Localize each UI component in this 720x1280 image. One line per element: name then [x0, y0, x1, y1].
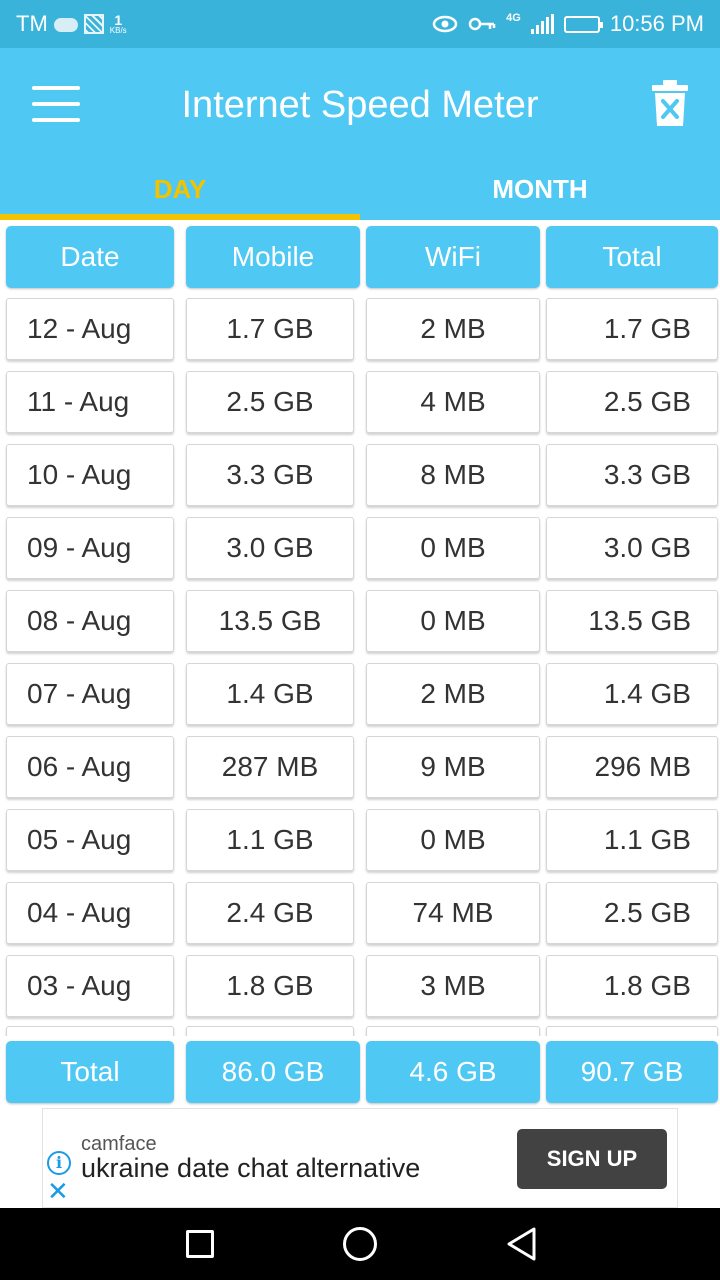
cell-wifi: 4 MB: [366, 371, 540, 433]
header-total[interactable]: Total: [546, 226, 718, 288]
cell-total: 1.8 GB: [546, 955, 718, 1017]
cell-mobile: 1.1 GB: [186, 809, 354, 871]
tab-day[interactable]: DAY: [0, 166, 360, 220]
network-type: 4G: [506, 12, 521, 24]
home-icon[interactable]: [343, 1227, 377, 1261]
cell-wifi: 0 MB: [366, 517, 540, 579]
totals-mobile: 86.0 GB: [186, 1041, 360, 1103]
speed-unit: KB/s: [109, 26, 127, 35]
network-speed: 1 KB/s: [110, 13, 127, 35]
navigation-bar: [0, 1208, 720, 1280]
ad-headline[interactable]: ukraine date chat alternative: [81, 1153, 420, 1184]
ad-banner[interactable]: i ✕ camface ukraine date chat alternativ…: [42, 1108, 678, 1208]
cell-wifi: 0 MB: [366, 590, 540, 652]
clock: 10:56 PM: [609, 11, 704, 36]
tab-bar: DAY MONTH: [0, 166, 720, 220]
totals-label: Total: [6, 1041, 174, 1103]
header-date[interactable]: Date: [6, 226, 174, 288]
cell-mobile: 3.0 GB: [186, 517, 354, 579]
cell-total: 3.0 GB: [546, 517, 718, 579]
header-mobile[interactable]: Mobile: [186, 226, 360, 288]
cell-date: 06 - Aug: [6, 736, 174, 798]
cell-mobile: 1.8 GB: [186, 955, 354, 1017]
cell-total: 296 MB: [546, 736, 718, 798]
eye-icon: [432, 15, 458, 33]
battery-icon: [563, 15, 603, 33]
status-left: TM 1 KB/s: [16, 0, 127, 48]
trash-icon[interactable]: [650, 80, 690, 128]
cell-date: 05 - Aug: [6, 809, 174, 871]
cell-date: 03 - Aug: [6, 955, 174, 1017]
key-icon: [468, 17, 496, 31]
cell-total: 2.5 GB: [546, 882, 718, 944]
cell-wifi: 2 MB: [366, 663, 540, 725]
cell-date: 09 - Aug: [6, 517, 174, 579]
tab-month[interactable]: MONTH: [360, 166, 720, 220]
cell-mobile: 2.5 GB: [186, 371, 354, 433]
cell-total: [546, 1026, 718, 1036]
cell-date: 07 - Aug: [6, 663, 174, 725]
cell-date: 04 - Aug: [6, 882, 174, 944]
cell-wifi: 3 MB: [366, 955, 540, 1017]
cell-total: 1.1 GB: [546, 809, 718, 871]
info-icon[interactable]: i: [47, 1151, 71, 1175]
totals-wifi: 4.6 GB: [366, 1041, 540, 1103]
cell-mobile: 1.4 GB: [186, 663, 354, 725]
cell-total: 1.7 GB: [546, 298, 718, 360]
cell-wifi: [366, 1026, 540, 1036]
recent-apps-icon[interactable]: [186, 1230, 214, 1258]
cell-mobile: 3.3 GB: [186, 444, 354, 506]
cell-wifi: 8 MB: [366, 444, 540, 506]
cell-wifi: 2 MB: [366, 298, 540, 360]
cell-total: 2.5 GB: [546, 371, 718, 433]
cell-date: 11 - Aug: [6, 371, 174, 433]
app-title: Internet Speed Meter: [181, 84, 539, 126]
totals-total: 90.7 GB: [546, 1041, 718, 1103]
cell-date: 10 - Aug: [6, 444, 174, 506]
cell-date: [6, 1026, 174, 1036]
cloud-icon: [53, 18, 78, 32]
speed-value: 1: [114, 12, 123, 28]
back-icon[interactable]: [504, 1226, 538, 1262]
app-bar: Internet Speed Meter DAY MONTH: [0, 48, 720, 220]
cell-mobile: [186, 1026, 354, 1036]
signal-icon: [530, 14, 554, 34]
status-right: 4G 10:56 PM: [432, 0, 704, 48]
cell-mobile: 2.4 GB: [186, 882, 354, 944]
close-icon[interactable]: ✕: [47, 1178, 69, 1204]
cell-wifi: 0 MB: [366, 809, 540, 871]
cell-total: 1.4 GB: [546, 663, 718, 725]
table-row-partial: [0, 1026, 720, 1036]
cell-mobile: 287 MB: [186, 736, 354, 798]
cell-wifi: 9 MB: [366, 736, 540, 798]
carrier-label: TM: [16, 11, 48, 36]
cell-wifi: 74 MB: [366, 882, 540, 944]
image-icon: [83, 14, 104, 34]
header-wifi[interactable]: WiFi: [366, 226, 540, 288]
cell-date: 12 - Aug: [6, 298, 174, 360]
cell-mobile: 1.7 GB: [186, 298, 354, 360]
cell-mobile: 13.5 GB: [186, 590, 354, 652]
cell-total: 13.5 GB: [546, 590, 718, 652]
status-bar: TM 1 KB/s 4G 10:56 PM: [0, 0, 720, 48]
sign-up-button[interactable]: SIGN UP: [517, 1129, 667, 1189]
cell-date: 08 - Aug: [6, 590, 174, 652]
cell-total: 3.3 GB: [546, 444, 718, 506]
